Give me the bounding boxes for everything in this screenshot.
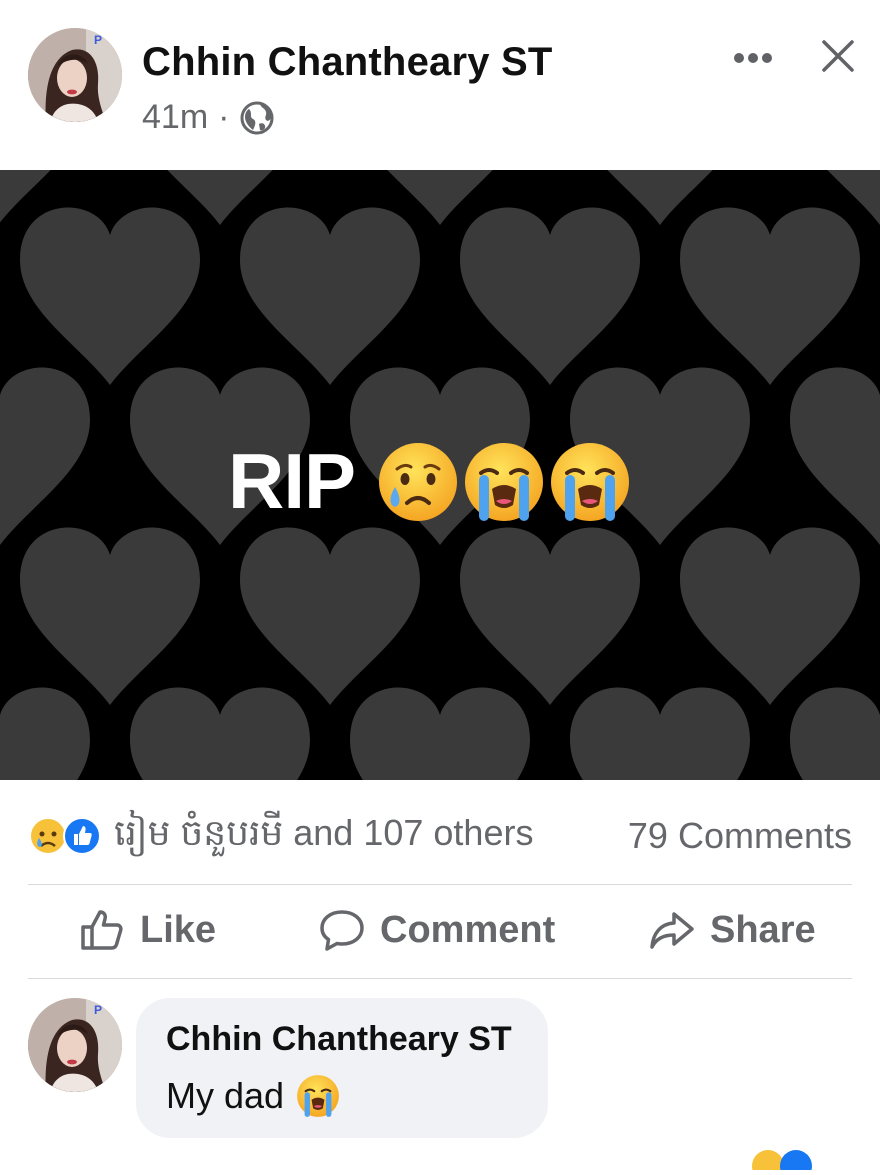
like-label: Like xyxy=(140,908,217,951)
crying-face-emoji xyxy=(379,442,458,521)
loudly-crying-face-emoji xyxy=(551,442,630,521)
more-options-icon[interactable] xyxy=(728,38,778,78)
commenter-name[interactable]: Chhin Chantheary ST xyxy=(166,1020,512,1059)
reactions-summary[interactable]: រៀម ចំនួបរមី and 107 others 79 Comments xyxy=(28,810,852,862)
commenter-avatar[interactable]: P xyxy=(28,998,122,1092)
post-image[interactable]: RIP xyxy=(0,170,880,780)
comments-count[interactable]: 79 Comments xyxy=(628,815,852,857)
reactors-text[interactable]: រៀម ចំនួបរមី and 107 others xyxy=(114,810,533,863)
like-reaction-icon xyxy=(63,817,101,855)
post-header: P Chhin Chantheary ST 41m · xyxy=(0,0,880,170)
share-icon xyxy=(650,912,694,949)
svg-text:P: P xyxy=(94,33,102,47)
reaction-icons xyxy=(28,816,102,856)
share-button[interactable]: Share xyxy=(648,906,816,954)
thumbs-up-icon xyxy=(81,910,123,950)
post-meta: 41m · xyxy=(142,98,275,137)
meta-separator: · xyxy=(218,98,230,136)
share-label: Share xyxy=(710,908,816,951)
divider xyxy=(28,978,852,979)
comment-button[interactable]: Comment xyxy=(318,906,555,954)
author-name[interactable]: Chhin Chantheary ST xyxy=(142,40,553,85)
close-icon[interactable] xyxy=(818,36,858,76)
comment-label: Comment xyxy=(380,908,556,951)
author-avatar[interactable]: P xyxy=(28,28,122,122)
globe-icon xyxy=(239,100,275,136)
divider xyxy=(28,884,852,885)
post-time[interactable]: 41m xyxy=(142,98,208,137)
comment-icon xyxy=(320,910,364,951)
loudly-crying-face-emoji xyxy=(465,442,544,521)
rip-caption: RIP xyxy=(228,436,635,527)
like-button[interactable]: Like xyxy=(78,906,216,954)
comment-bubble[interactable]: Chhin Chantheary ST My dad xyxy=(136,998,548,1138)
svg-text:P: P xyxy=(94,1003,102,1017)
comment-text: My dad xyxy=(166,1074,344,1118)
comment-body: My dad xyxy=(166,1075,285,1116)
action-bar: Like Comment Share xyxy=(28,886,852,978)
rip-text: RIP xyxy=(228,437,356,525)
loudly-crying-face-emoji xyxy=(297,1075,339,1117)
comment-reaction-badge xyxy=(748,1146,828,1175)
